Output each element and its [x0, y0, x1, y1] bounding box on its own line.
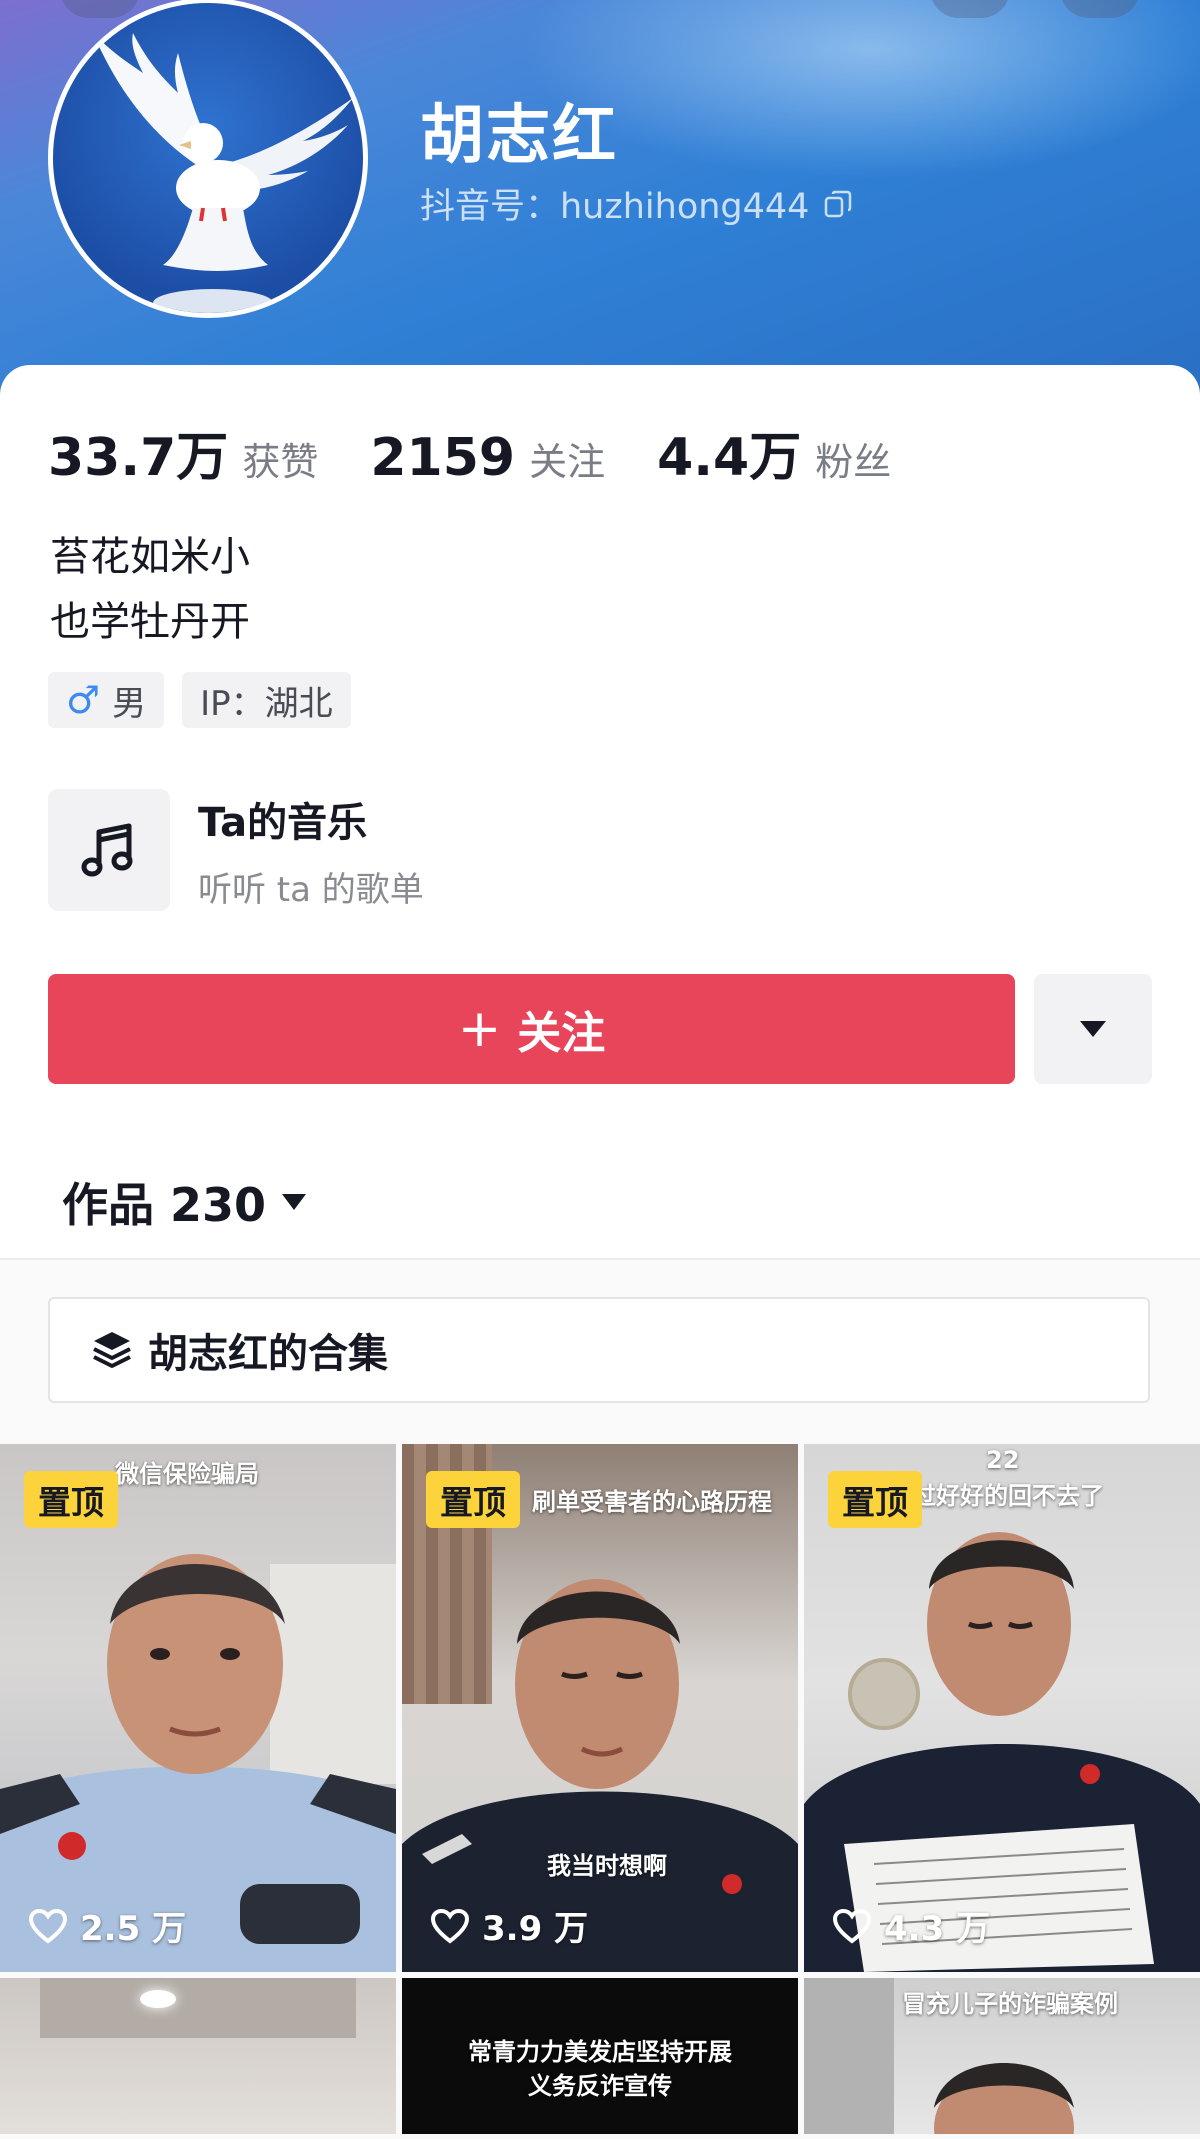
stat-likes[interactable]: 33.7万 获赞 — [48, 415, 318, 490]
dove-image — [93, 33, 353, 313]
pinned-badge: 置顶 — [426, 1471, 520, 1528]
video-tile[interactable] — [0, 1978, 396, 2134]
video-caption: 微信保险骗局 — [115, 1460, 259, 1488]
music-title: Ta的音乐 — [198, 799, 368, 846]
triangle-down-icon — [282, 1194, 307, 1210]
stats-row: 33.7万 获赞 2159 关注 4.4万 粉丝 — [48, 415, 943, 490]
like-count: 3.9 万 — [430, 1901, 588, 1950]
stat-following-label: 关注 — [529, 440, 606, 484]
tab-works[interactable]: 作品 230 — [62, 1169, 308, 1235]
layers-icon — [93, 1332, 131, 1368]
profile-name: 胡志红 — [420, 99, 618, 173]
stat-following[interactable]: 2159 关注 — [370, 428, 605, 488]
follow-label: 关注 — [517, 1008, 606, 1059]
video-caption: 冒充儿子的诈骗案例 — [902, 1990, 1118, 2018]
avatar[interactable] — [48, 0, 368, 318]
like-count: 2.5 万 — [28, 1901, 186, 1950]
collection-button[interactable]: 胡志红的合集 — [48, 1297, 1150, 1403]
heart-icon — [28, 1908, 68, 1944]
video-tile[interactable]: 冒充儿子的诈骗案例 — [804, 1978, 1200, 2134]
video-top-number: 22 — [986, 1446, 1020, 1474]
video-caption: 刷单受害者的心路历程 — [532, 1488, 772, 1516]
stat-followers[interactable]: 4.4万 粉丝 — [657, 415, 891, 490]
douyin-id[interactable]: 抖音号：huzhihong444 — [420, 178, 853, 229]
douyin-id-text: 抖音号：huzhihong444 — [420, 187, 810, 227]
video-caption-line-2: 义务反诈宣传 — [528, 2072, 672, 2100]
more-options-button[interactable] — [1034, 974, 1152, 1084]
heart-icon — [832, 1908, 872, 1944]
header-glow — [520, 0, 1200, 180]
works-label: 作品 230 — [62, 1178, 267, 1232]
bio-line-2: 也学牡丹开 — [50, 599, 250, 645]
stat-likes-label: 获赞 — [242, 440, 319, 484]
music-icon-box — [48, 789, 170, 911]
male-icon: ♂ — [66, 678, 101, 722]
like-count-value: 3.9 万 — [482, 1909, 589, 1949]
video-tile[interactable]: 微信保险骗局 置顶 2.5 万 — [0, 1444, 396, 1972]
stat-followers-label: 粉丝 — [815, 440, 892, 484]
ip-tag: IP：湖北 — [182, 672, 351, 728]
gender-label: 男 — [112, 683, 147, 724]
video-caption-line-1: 常青力力美发店坚持开展 — [468, 2038, 732, 2066]
triangle-down-icon — [1080, 1021, 1106, 1037]
gender-tag: ♂ 男 — [48, 672, 165, 728]
stat-following-value: 2159 — [370, 428, 516, 488]
like-count-value: 2.5 万 — [80, 1909, 187, 1949]
like-count-value: 4.3 万 — [884, 1909, 991, 1949]
stat-likes-value: 33.7万 — [48, 428, 229, 488]
video-tile[interactable]: 刷单受害者的心路历程 我当时想啊 置顶 3.9 万 — [402, 1444, 798, 1972]
follow-button[interactable]: + 关注 — [48, 974, 1015, 1084]
video-tile[interactable]: 常青力力美发店坚持开展 义务反诈宣传 — [402, 1978, 798, 2134]
video-thumbnail — [934, 2063, 1074, 2134]
pinned-badge: 置顶 — [24, 1471, 118, 1528]
ceiling-light — [140, 1990, 176, 2008]
collection-label: 胡志红的合集 — [148, 1331, 388, 1377]
music-entry[interactable]: Ta的音乐 听听 ta 的歌单 — [48, 789, 424, 911]
profile-tags: ♂ 男 IP：湖北 — [48, 672, 351, 728]
stat-followers-value: 4.4万 — [657, 428, 802, 488]
heart-icon — [430, 1908, 470, 1944]
profile-header: 胡志红 抖音号：huzhihong444 — [0, 0, 1200, 400]
like-count: 4.3 万 — [832, 1901, 990, 1950]
back-button[interactable] — [60, 0, 140, 18]
video-tile[interactable]: 22 过好好的回不去了 置顶 4.3 万 — [804, 1444, 1200, 1972]
plus-icon: + — [457, 999, 502, 1059]
video-caption: 过好好的回不去了 — [912, 1482, 1104, 1510]
music-note-icon — [81, 823, 133, 877]
bio: 苔花如米小 也学牡丹开 — [50, 525, 250, 655]
video-subtitle: 我当时想啊 — [547, 1852, 667, 1880]
pinned-badge: 置顶 — [828, 1471, 922, 1528]
bio-line-1: 苔花如米小 — [50, 534, 250, 580]
music-subtitle: 听听 ta 的歌单 — [198, 869, 424, 910]
ip-label: IP：湖北 — [200, 683, 333, 724]
copy-icon[interactable] — [823, 189, 853, 219]
ceiling — [40, 1978, 356, 2038]
